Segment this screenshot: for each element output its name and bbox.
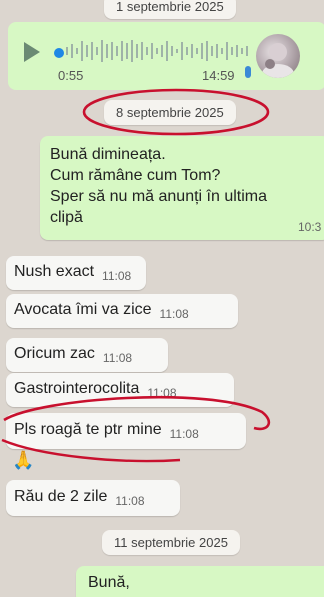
date-label: 1 septembrie 2025 (116, 0, 224, 14)
message-time: 11:08 (102, 269, 132, 283)
message-time: 11:08 (102, 351, 133, 365)
play-icon[interactable] (24, 42, 40, 62)
voice-duration: 0:55 (58, 68, 84, 83)
message-time: 11:08 (115, 494, 145, 508)
message-text: Pls roagă te ptr mine (14, 421, 162, 438)
message-incoming[interactable]: Oricum zac 11:08 (6, 338, 168, 372)
message-line: Bună dimineața. (50, 146, 166, 163)
message-text: Oricum zac (14, 345, 95, 362)
avatar (256, 34, 300, 78)
message-line: Cum rămâne cum Tom? (50, 167, 221, 184)
message-text: Bună, (88, 574, 130, 591)
date-separator-bottom: 11 septembrie 2025 (102, 530, 240, 555)
date-label: 11 septembrie 2025 (114, 535, 228, 550)
message-incoming[interactable]: Rău de 2 zile 11:08 (6, 480, 180, 516)
message-line: clipă (50, 209, 83, 226)
date-separator-top: 1 septembrie 2025 (104, 0, 236, 19)
message-time: 11:08 (147, 386, 177, 400)
message-time: 11:08 (159, 307, 189, 321)
message-text: Nush exact (14, 263, 95, 280)
date-separator-middle: 8 septembrie 2025 (104, 100, 236, 125)
voice-time: 14:59 (202, 68, 235, 83)
mic-icon (245, 66, 251, 78)
message-outgoing[interactable]: Bună, (76, 566, 324, 597)
message-text: Avocata îmi va zice (14, 301, 152, 318)
message-text: Rău de 2 zile (14, 488, 108, 505)
voice-message-bubble[interactable]: 0:55 14:59 (8, 22, 324, 90)
chat-area[interactable]: 1 septembrie 2025 0:55 14:59 8 septembri… (0, 0, 324, 597)
message-time: 10:3 (298, 220, 322, 234)
waveform[interactable] (66, 38, 252, 64)
message-incoming[interactable]: Gastrointerocolita 11:08 (6, 373, 234, 407)
voice-progress-dot[interactable] (54, 48, 64, 58)
message-outgoing[interactable]: Bună dimineața. Cum rămâne cum Tom? Sper… (40, 136, 324, 240)
message-text: Gastrointerocolita (14, 380, 140, 397)
date-label: 8 septembrie 2025 (116, 105, 224, 120)
message-line: Sper să nu mă anunți în ultima (50, 188, 268, 205)
message-incoming[interactable]: Avocata îmi va zice 11:08 (6, 294, 238, 328)
message-incoming[interactable]: Pls roagă te ptr mine 11:08 (6, 413, 246, 449)
prayer-emoji: 🙏 (12, 450, 35, 470)
message-time: 11:08 (169, 427, 199, 441)
message-incoming[interactable]: Nush exact 11:08 (6, 256, 146, 290)
